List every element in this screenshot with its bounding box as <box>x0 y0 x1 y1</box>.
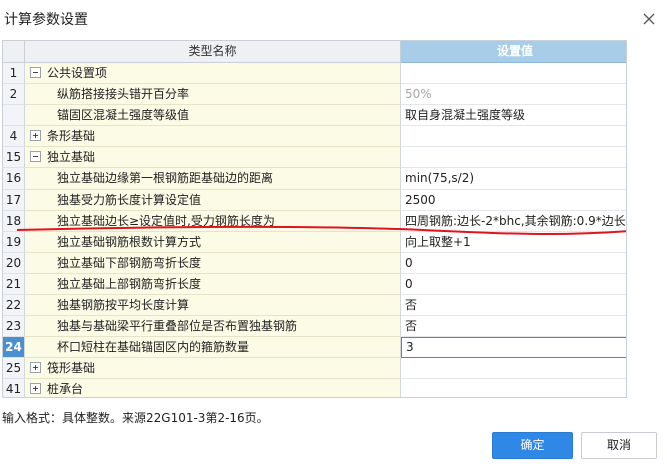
row-number: 20 <box>3 252 25 274</box>
row-number: 17 <box>3 189 25 211</box>
row-label: 独立基础钢筋根数计算方式 <box>57 234 202 249</box>
row-value[interactable]: 2500 <box>401 189 626 211</box>
dialog-titlebar: 计算参数设置 <box>0 0 667 38</box>
row-label: 独基钢筋按平均长度计算 <box>57 298 190 313</box>
row-number: 41 <box>3 379 25 397</box>
row-type-name: 独基受力筋长度计算设定值 <box>25 189 401 211</box>
row-type-name: 独立基础下部钢筋弯折长度 <box>25 252 401 274</box>
row-label: 独立基础上部钢筋弯折长度 <box>57 276 202 291</box>
expand-icon[interactable] <box>30 130 41 142</box>
row-value <box>401 147 626 169</box>
row-value[interactable]: min(75,s/2) <box>401 168 626 190</box>
row-type-name: 独立基础边长≥设定值时,受力钢筋长度为 <box>25 210 401 232</box>
row-number: 4 <box>3 126 25 148</box>
expand-icon[interactable] <box>30 383 41 395</box>
row-label: 纵筋搭接接头错开百分率 <box>57 87 190 102</box>
row-label: 桩承台 <box>47 382 84 397</box>
row-type-name: 独立基础钢筋根数计算方式 <box>25 231 401 253</box>
row-value[interactable]: 否 <box>401 316 626 338</box>
cancel-button[interactable]: 取消 <box>581 432 657 459</box>
table-row[interactable]: 24 杯口短柱在基础锚固区内的箍筋数量 3 <box>3 337 626 359</box>
table-row[interactable]: 15 独立基础 <box>3 147 626 169</box>
row-value[interactable]: 50% <box>401 84 626 106</box>
row-label: 锚固区混凝土强度等级值 <box>57 108 190 123</box>
row-label: 杯口短柱在基础锚固区内的箍筋数量 <box>57 340 250 355</box>
table-row[interactable]: 20 独立基础下部钢筋弯折长度 0 <box>3 252 626 274</box>
row-type-name: 独立基础边缘第一根钢筋距基础边的距离 <box>25 168 401 190</box>
row-label: 筏形基础 <box>47 361 96 376</box>
row-value[interactable]: 取自身混凝土强度等级 <box>401 105 626 127</box>
row-number: 1 <box>3 63 25 85</box>
row-type-name: 独基与基础梁平行重叠部位是否布置独基钢筋 <box>25 316 401 338</box>
row-type-name: 纵筋搭接接头错开百分率 <box>25 84 401 106</box>
row-label: 公共设置项 <box>47 66 108 80</box>
row-label: 条形基础 <box>47 129 96 144</box>
table-row[interactable]: 23 独基与基础梁平行重叠部位是否布置独基钢筋 否 <box>3 316 626 338</box>
row-label: 独立基础边缘第一根钢筋距基础边的距离 <box>57 171 274 186</box>
parameter-grid: 类型名称 设置值 1 公共设置项 2 纵筋搭接接头错开百分率 50% 锚固区混凝土强度等级… <box>2 40 627 398</box>
row-number: 15 <box>3 147 25 169</box>
table-row[interactable]: 21 独立基础上部钢筋弯折长度 0 <box>3 273 626 296</box>
status-hint: 输入格式：具体整数。来源22G101-3第2-16页。 <box>2 411 269 425</box>
row-label: 独立基础边长≥设定值时,受力钢筋长度为 <box>57 213 275 228</box>
row-type-name: 条形基础 <box>25 126 401 148</box>
row-number: 23 <box>3 316 25 338</box>
collapse-icon[interactable] <box>30 151 41 163</box>
table-row[interactable]: 4 条形基础 <box>3 126 626 148</box>
table-row[interactable]: 41 桩承台 <box>3 379 626 397</box>
grid-rows: 1 公共设置项 2 纵筋搭接接头错开百分率 50% 锚固区混凝土强度等级值 取自身混凝土强度… <box>3 63 626 397</box>
row-value[interactable]: 0 <box>401 273 626 296</box>
table-row[interactable]: 1 公共设置项 <box>3 63 626 85</box>
value-input[interactable]: 3 <box>401 337 626 359</box>
row-value[interactable]: 否 <box>401 295 626 317</box>
row-type-name: 公共设置项 <box>25 63 401 85</box>
row-value <box>401 126 626 148</box>
row-label: 独立基础下部钢筋弯折长度 <box>57 255 202 270</box>
table-row[interactable]: 19 独立基础钢筋根数计算方式 向上取整+1 <box>3 231 626 253</box>
row-value[interactable]: 向上取整+1 <box>401 231 626 253</box>
table-row[interactable]: 17 独基受力筋长度计算设定值 2500 <box>3 189 626 211</box>
expand-icon[interactable] <box>30 362 41 374</box>
row-number: 19 <box>3 231 25 253</box>
row-label: 独基受力筋长度计算设定值 <box>57 192 202 207</box>
header-setting-value: 设置值 <box>401 41 626 63</box>
row-number: 24 <box>3 337 25 359</box>
table-row[interactable]: 锚固区混凝土强度等级值 取自身混凝土强度等级 <box>3 105 626 127</box>
table-row[interactable]: 25 筏形基础 <box>3 358 626 380</box>
row-value <box>401 358 626 380</box>
row-label: 独立基础 <box>47 150 96 165</box>
dialog-title: 计算参数设置 <box>4 12 88 28</box>
row-number: 22 <box>3 295 25 317</box>
row-value[interactable]: 0 <box>401 252 626 274</box>
ok-button[interactable]: 确定 <box>492 432 573 459</box>
row-label: 独基与基础梁平行重叠部位是否布置独基钢筋 <box>57 319 298 334</box>
row-number: 2 <box>3 84 25 106</box>
row-type-name: 独立基础上部钢筋弯折长度 <box>25 273 401 296</box>
row-number: 18 <box>3 210 25 232</box>
collapse-icon[interactable] <box>30 67 41 78</box>
row-value <box>401 379 626 397</box>
header-type-name: 类型名称 <box>25 41 401 63</box>
close-icon[interactable] <box>640 10 658 28</box>
row-number: 21 <box>3 273 25 296</box>
row-number: 25 <box>3 358 25 380</box>
table-row[interactable]: 18 独立基础边长≥设定值时,受力钢筋长度为 四周钢筋:边长-2*bhc,其余钢筋:… <box>3 210 626 232</box>
row-type-name: 独立基础 <box>25 147 401 169</box>
row-number: 16 <box>3 168 25 190</box>
row-value[interactable]: 四周钢筋:边长-2*bhc,其余钢筋:0.9*边长 <box>401 210 626 232</box>
header-row-number <box>3 41 25 63</box>
row-type-name: 桩承台 <box>25 379 401 397</box>
row-type-name: 独基钢筋按平均长度计算 <box>25 295 401 317</box>
row-number <box>3 105 25 127</box>
table-row[interactable]: 16 独立基础边缘第一根钢筋距基础边的距离 min(75,s/2) <box>3 168 626 190</box>
table-row[interactable]: 2 纵筋搭接接头错开百分率 50% <box>3 84 626 106</box>
row-type-name: 筏形基础 <box>25 358 401 380</box>
row-type-name: 锚固区混凝土强度等级值 <box>25 105 401 127</box>
row-value <box>401 63 626 85</box>
table-row[interactable]: 22 独基钢筋按平均长度计算 否 <box>3 295 626 317</box>
row-type-name: 杯口短柱在基础锚固区内的箍筋数量 <box>25 337 401 359</box>
